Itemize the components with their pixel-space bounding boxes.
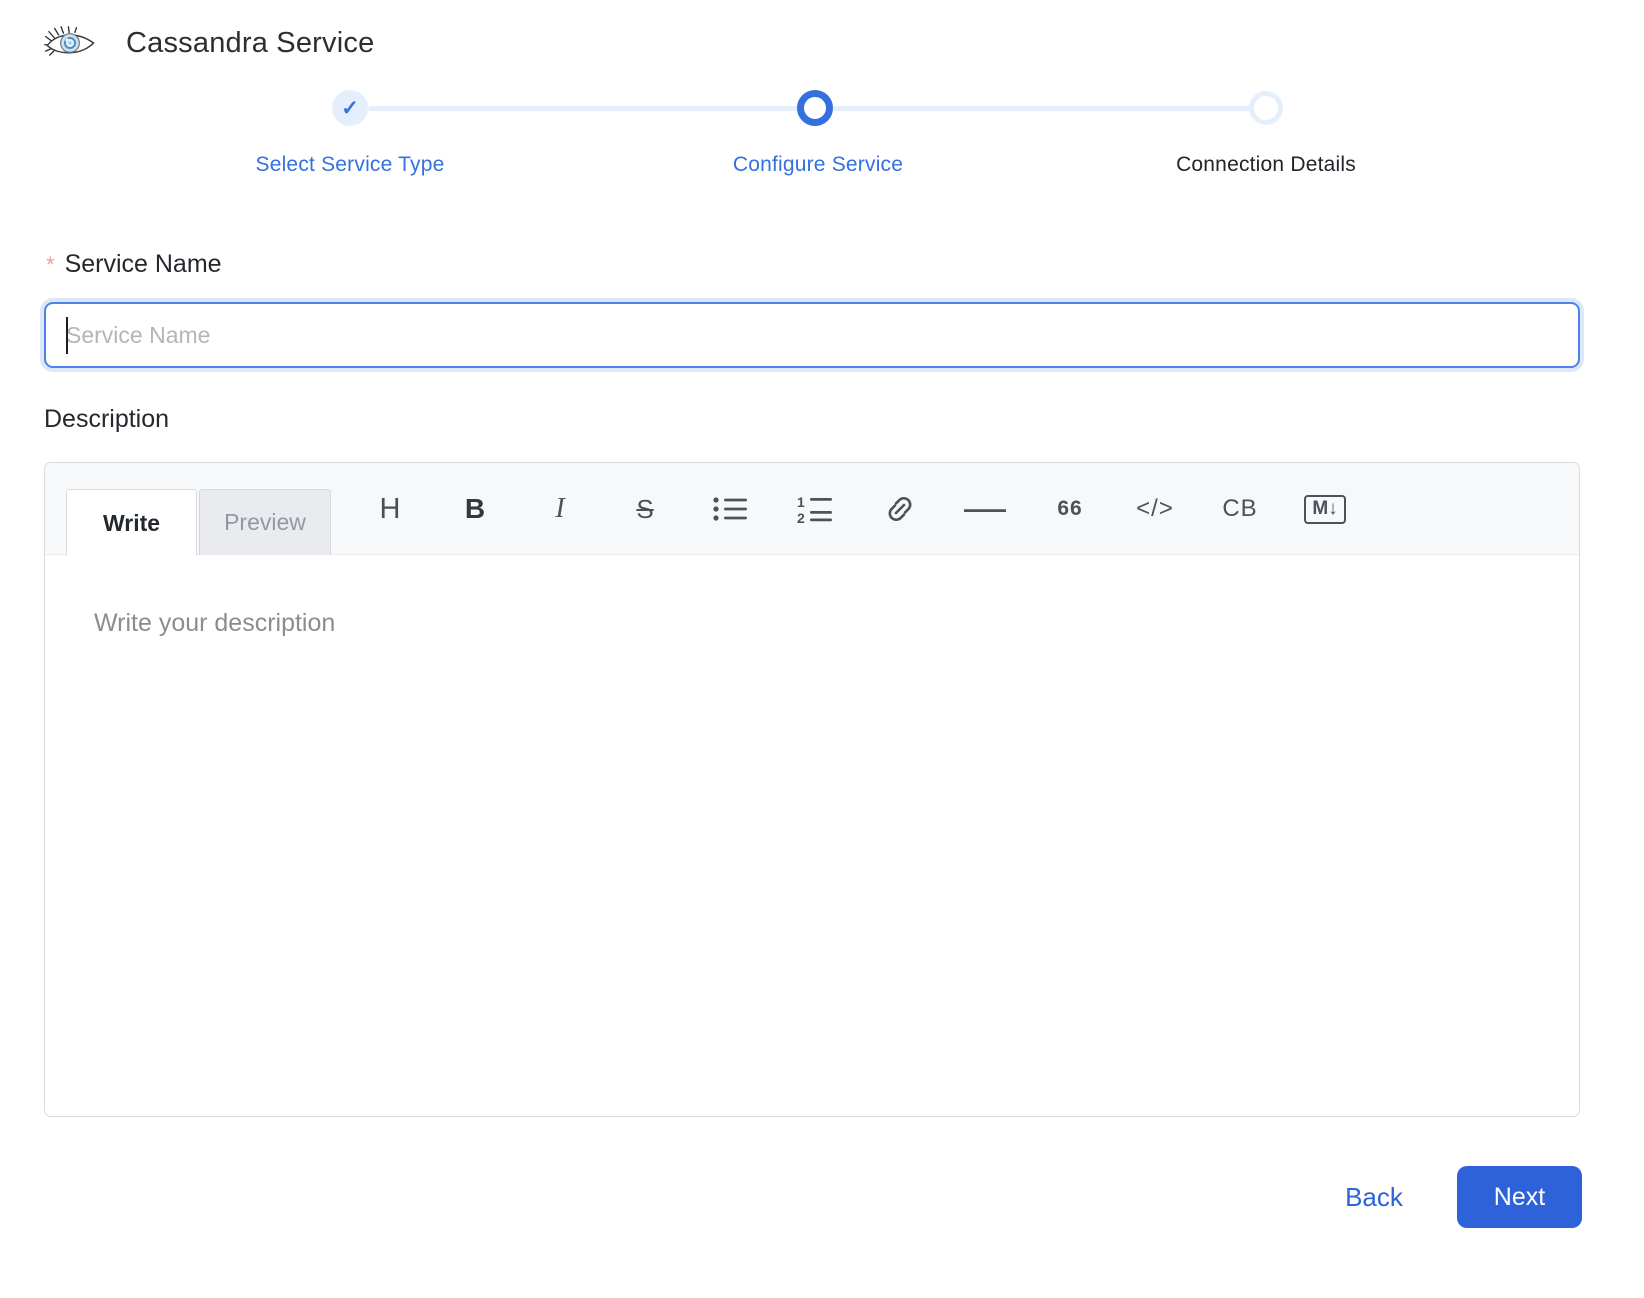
description-label: Description xyxy=(44,405,169,434)
markdown-icon: M↓ xyxy=(1304,495,1345,524)
svg-text:1: 1 xyxy=(797,494,805,510)
check-icon: ✓ xyxy=(341,98,359,119)
configure-service-page: Cassandra Service ✓ Select Service Type … xyxy=(0,0,1644,1298)
service-name-input[interactable] xyxy=(44,302,1580,368)
ordered-list-icon: 1 2 xyxy=(796,494,834,524)
code-block-button[interactable]: CB xyxy=(1218,481,1262,537)
markdown-button[interactable]: M↓ xyxy=(1303,481,1347,537)
editor-body xyxy=(45,555,1579,1117)
ordered-list-button[interactable]: 1 2 xyxy=(793,481,837,537)
code-block-icon: CB xyxy=(1222,495,1257,523)
step-label-connection-details: Connection Details xyxy=(1106,153,1426,177)
editor-tabs: Write Preview xyxy=(66,489,331,556)
tab-write[interactable]: Write xyxy=(66,489,197,556)
step-label-select-service-type: Select Service Type xyxy=(190,153,510,177)
bold-button[interactable]: B xyxy=(453,481,497,537)
heading-button[interactable]: H xyxy=(368,481,412,537)
description-textarea[interactable] xyxy=(45,555,1579,1117)
strikethrough-button[interactable]: S xyxy=(623,481,667,537)
svg-text:2: 2 xyxy=(797,510,805,524)
editor-toolbar: Write Preview H B I S xyxy=(45,463,1579,555)
strikethrough-icon: S xyxy=(636,494,653,525)
text-caret xyxy=(66,317,68,354)
service-name-label: * Service Name xyxy=(46,250,222,279)
tab-preview[interactable]: Preview xyxy=(199,489,331,555)
step-pending-circle xyxy=(1249,91,1283,125)
page-header: Cassandra Service xyxy=(44,24,374,62)
editor-toolbar-icons: H B I S xyxy=(368,463,1347,555)
cassandra-eye-logo xyxy=(44,24,96,62)
link-button[interactable] xyxy=(878,481,922,537)
page-title: Cassandra Service xyxy=(126,27,374,60)
heading-icon: H xyxy=(380,493,401,526)
next-button[interactable]: Next xyxy=(1457,1166,1582,1228)
code-icon: </> xyxy=(1136,495,1174,523)
code-button[interactable]: </> xyxy=(1133,481,1177,537)
back-button[interactable]: Back xyxy=(1314,1182,1434,1213)
quote-button[interactable]: 66 xyxy=(1048,481,1092,537)
stepper-connector-2 xyxy=(833,106,1250,111)
stepper-connector-1 xyxy=(368,106,799,111)
horizontal-rule-button[interactable]: — xyxy=(963,481,1007,537)
step-completed-circle: ✓ xyxy=(332,90,368,126)
description-markdown-editor: Write Preview H B I S xyxy=(44,462,1580,1117)
service-name-label-text: Service Name xyxy=(65,250,222,278)
bold-icon: B xyxy=(465,493,485,525)
unordered-list-icon xyxy=(712,495,748,523)
step-active-circle xyxy=(797,90,833,126)
italic-icon: I xyxy=(555,493,564,525)
link-icon xyxy=(883,493,917,525)
step-label-configure-service: Configure Service xyxy=(658,153,978,177)
required-asterisk: * xyxy=(46,252,55,277)
italic-button[interactable]: I xyxy=(538,481,582,537)
horizontal-rule-icon: — xyxy=(964,493,1006,525)
unordered-list-button[interactable] xyxy=(708,481,752,537)
quote-icon: 66 xyxy=(1057,497,1082,521)
